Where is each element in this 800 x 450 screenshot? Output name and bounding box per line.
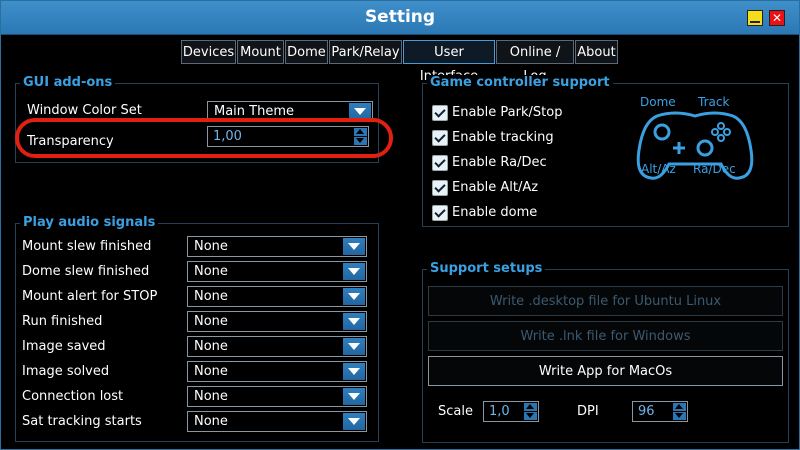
audio-label: Sat tracking starts	[22, 414, 142, 429]
gui-addons-title: GUI add-ons	[20, 75, 116, 91]
spin-down-icon[interactable]	[524, 412, 537, 420]
audio-label: Image solved	[22, 364, 110, 379]
audio-select[interactable]: None	[187, 261, 367, 282]
game-controller-title: Game controller support	[427, 75, 613, 91]
audio-value: None	[194, 264, 228, 279]
scale-label: Scale	[438, 404, 473, 419]
window-color-value: Main Theme	[214, 104, 295, 119]
write-desktop-file-button[interactable]: Write .desktop file for Ubuntu Linux	[428, 286, 783, 316]
audio-label: Mount alert for STOP	[22, 289, 158, 304]
checkbox-alt-az[interactable]	[432, 180, 448, 196]
checkbox-label: Enable tracking	[452, 130, 554, 145]
audio-select[interactable]: None	[187, 286, 367, 307]
audio-value: None	[194, 364, 228, 379]
audio-select[interactable]: None	[187, 361, 367, 382]
support-setups-title: Support setups	[427, 261, 546, 277]
checkbox-label: Enable Park/Stop	[452, 105, 563, 120]
checkbox-label: Enable Alt/Az	[452, 180, 539, 195]
dpi-value: 96	[638, 404, 655, 419]
gamepad-radec-label: Ra/Dec	[693, 162, 736, 176]
audio-label: Image saved	[22, 339, 106, 354]
chevron-down-icon[interactable]	[343, 413, 365, 430]
chevron-down-icon[interactable]	[343, 363, 365, 380]
title-bar[interactable]: Setting ✕	[1, 1, 799, 35]
checkbox-label: Enable dome	[452, 205, 538, 220]
tab-online-log[interactable]: Online / Log	[496, 40, 574, 84]
checkbox-dome[interactable]	[432, 205, 448, 221]
support-setups-group: Support setups Write .desktop file for U…	[422, 261, 789, 443]
audio-value: None	[194, 414, 228, 429]
write-lnk-file-button[interactable]: Write .lnk file for Windows	[428, 321, 783, 351]
dpi-spinbox[interactable]: 96	[632, 401, 688, 422]
tab-dome[interactable]: Dome	[285, 40, 328, 64]
scale-value: 1,0	[489, 404, 510, 419]
audio-select[interactable]: None	[187, 411, 367, 432]
chevron-down-icon[interactable]	[343, 313, 365, 330]
transparency-highlight	[15, 118, 393, 158]
audio-value: None	[194, 314, 228, 329]
window-color-label: Window Color Set	[27, 103, 142, 118]
checkbox-ra-dec[interactable]	[432, 155, 448, 171]
audio-value: None	[194, 289, 228, 304]
chevron-down-icon[interactable]	[343, 238, 365, 255]
chevron-down-icon[interactable]	[343, 288, 365, 305]
tab-about[interactable]: About	[575, 40, 618, 64]
spin-down-icon[interactable]	[673, 412, 686, 420]
chevron-down-icon[interactable]	[343, 338, 365, 355]
tab-user-interface[interactable]: User Interface	[403, 40, 495, 84]
settings-window: Setting ✕ Devices Mount Dome Park/Relay …	[0, 0, 800, 450]
checkbox-label: Enable Ra/Dec	[452, 155, 547, 170]
tab-park-relay[interactable]: Park/Relay	[329, 40, 402, 64]
audio-value: None	[194, 389, 228, 404]
audio-select[interactable]: None	[187, 386, 367, 407]
gamepad-altaz-label: Alt/Az	[641, 162, 676, 176]
scale-spinbox[interactable]: 1,0	[483, 401, 539, 422]
close-icon[interactable]: ✕	[769, 10, 785, 26]
audio-label: Mount slew finished	[22, 239, 152, 254]
audio-label: Run finished	[22, 314, 103, 329]
chevron-down-icon[interactable]	[343, 263, 365, 280]
audio-value: None	[194, 239, 228, 254]
audio-value: None	[194, 339, 228, 354]
dpi-label: DPI	[577, 404, 599, 419]
checkbox-park-stop[interactable]	[432, 105, 448, 121]
audio-select[interactable]: None	[187, 236, 367, 257]
checkbox-tracking[interactable]	[432, 130, 448, 146]
audio-select[interactable]: None	[187, 336, 367, 357]
spin-up-icon[interactable]	[673, 403, 686, 411]
spin-up-icon[interactable]	[524, 403, 537, 411]
audio-signals-title: Play audio signals	[20, 215, 159, 231]
chevron-down-icon[interactable]	[343, 388, 365, 405]
gamepad-track-label: Track	[698, 95, 730, 109]
window-title: Setting	[364, 7, 436, 27]
audio-label: Connection lost	[22, 389, 124, 404]
gamepad-dome-label: Dome	[640, 95, 676, 109]
minimize-icon[interactable]	[747, 10, 763, 26]
tab-devices[interactable]: Devices	[181, 40, 236, 64]
audio-select[interactable]: None	[187, 311, 367, 332]
game-controller-group: Game controller support Enable Park/Stop…	[422, 75, 789, 227]
audio-label: Dome slew finished	[22, 264, 150, 279]
tab-mount[interactable]: Mount	[237, 40, 284, 64]
write-macos-app-button[interactable]: Write App for MacOs	[428, 356, 783, 386]
